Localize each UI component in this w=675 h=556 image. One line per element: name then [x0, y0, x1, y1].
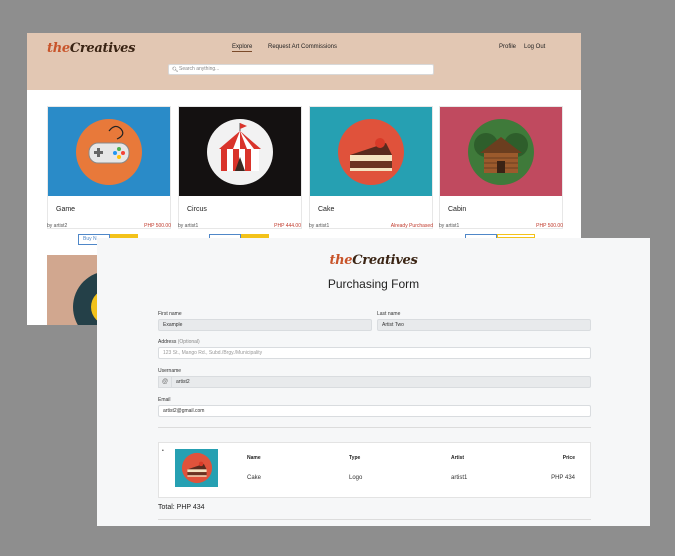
artwork-card-cabin[interactable]: Cabin: [439, 106, 563, 229]
address-label: Address (Optional): [158, 339, 200, 345]
divider: [158, 519, 591, 520]
artwork-meta: by artist1 PHP 500.00: [439, 223, 563, 231]
artwork-card-circus[interactable]: Circus: [178, 106, 302, 229]
list-bullet: •: [162, 448, 164, 454]
nav-profile-link[interactable]: Profile: [499, 44, 516, 50]
at-sign-icon: @: [158, 376, 171, 388]
order-item-type: Logo: [349, 475, 363, 481]
artwork-meta: by artist2 PHP 500.00: [47, 223, 171, 231]
column-header-artist: Artist: [451, 455, 465, 461]
username-label: Username: [158, 368, 182, 374]
last-name-field[interactable]: Artist Two: [377, 319, 591, 331]
cabin-icon: [468, 118, 534, 185]
artwork-artist: by artist1: [439, 223, 460, 229]
first-name-label: First name: [158, 311, 182, 317]
order-item-price: PHP 434: [551, 475, 575, 481]
address-field[interactable]: 123 St., Mango Rd., Subd./Brgy./Municipa…: [158, 347, 591, 359]
order-item-artist: artist1: [451, 475, 468, 481]
already-purchased-label: Already Purchased: [390, 223, 433, 229]
artwork-image-game: [48, 107, 170, 196]
artwork-artist: by artist1: [309, 223, 330, 229]
email-label: Email: [158, 397, 171, 403]
artwork-price: PHP 444.00: [274, 223, 301, 229]
column-header-type: Type: [349, 455, 361, 461]
order-summary: • Name Type Artist Price Cake Logo artis…: [158, 442, 591, 498]
column-header-price: Price: [562, 455, 575, 461]
gamepad-icon: [76, 118, 142, 185]
artwork-price: PHP 500.00: [144, 223, 171, 229]
artwork-card-cake[interactable]: Cake: [309, 106, 433, 229]
divider: [158, 427, 591, 428]
site-logo: theCreatives: [329, 253, 418, 268]
email-field[interactable]: artist2@gmail.com: [158, 405, 591, 417]
artwork-image-cabin: [440, 107, 562, 196]
order-item-name: Cake: [247, 475, 262, 481]
search-icon: 🔍︎: [172, 67, 179, 73]
form-title: Purchasing Form: [327, 277, 420, 291]
artwork-artist: by artist1: [178, 223, 199, 229]
order-item-thumbnail: [175, 449, 218, 487]
purchasing-form-window: theCreatives Purchasing Form First name …: [97, 238, 650, 526]
order-total: Total: PHP 434: [158, 504, 205, 511]
site-header: theCreatives Explore Request Art Commiss…: [27, 33, 581, 90]
site-logo[interactable]: theCreatives: [47, 41, 135, 56]
circus-tent-icon: [207, 118, 273, 185]
artwork-meta: by artist1 PHP 444.00: [178, 223, 301, 231]
cake-icon: [181, 452, 212, 484]
nav-logout-link[interactable]: Log Out: [524, 44, 545, 50]
cake-icon: [338, 118, 404, 185]
search-input[interactable]: 🔍︎ Search anything...: [168, 64, 434, 75]
nav-explore-link[interactable]: Explore: [232, 44, 253, 52]
column-header-name: Name: [247, 455, 261, 461]
artwork-image-cake: [310, 107, 432, 196]
artwork-price: PHP 500.00: [536, 223, 563, 229]
username-field[interactable]: artist2: [171, 376, 591, 388]
first-name-field[interactable]: Example: [158, 319, 372, 331]
artwork-image-circus: [179, 107, 301, 196]
artwork-meta: by artist1 Already Purchased: [309, 223, 433, 231]
last-name-label: Last name: [377, 311, 401, 317]
artwork-card-game[interactable]: Game: [47, 106, 171, 229]
nav-request-commissions-link[interactable]: Request Art Commissions: [268, 44, 337, 50]
artwork-artist: by artist2: [47, 223, 68, 229]
